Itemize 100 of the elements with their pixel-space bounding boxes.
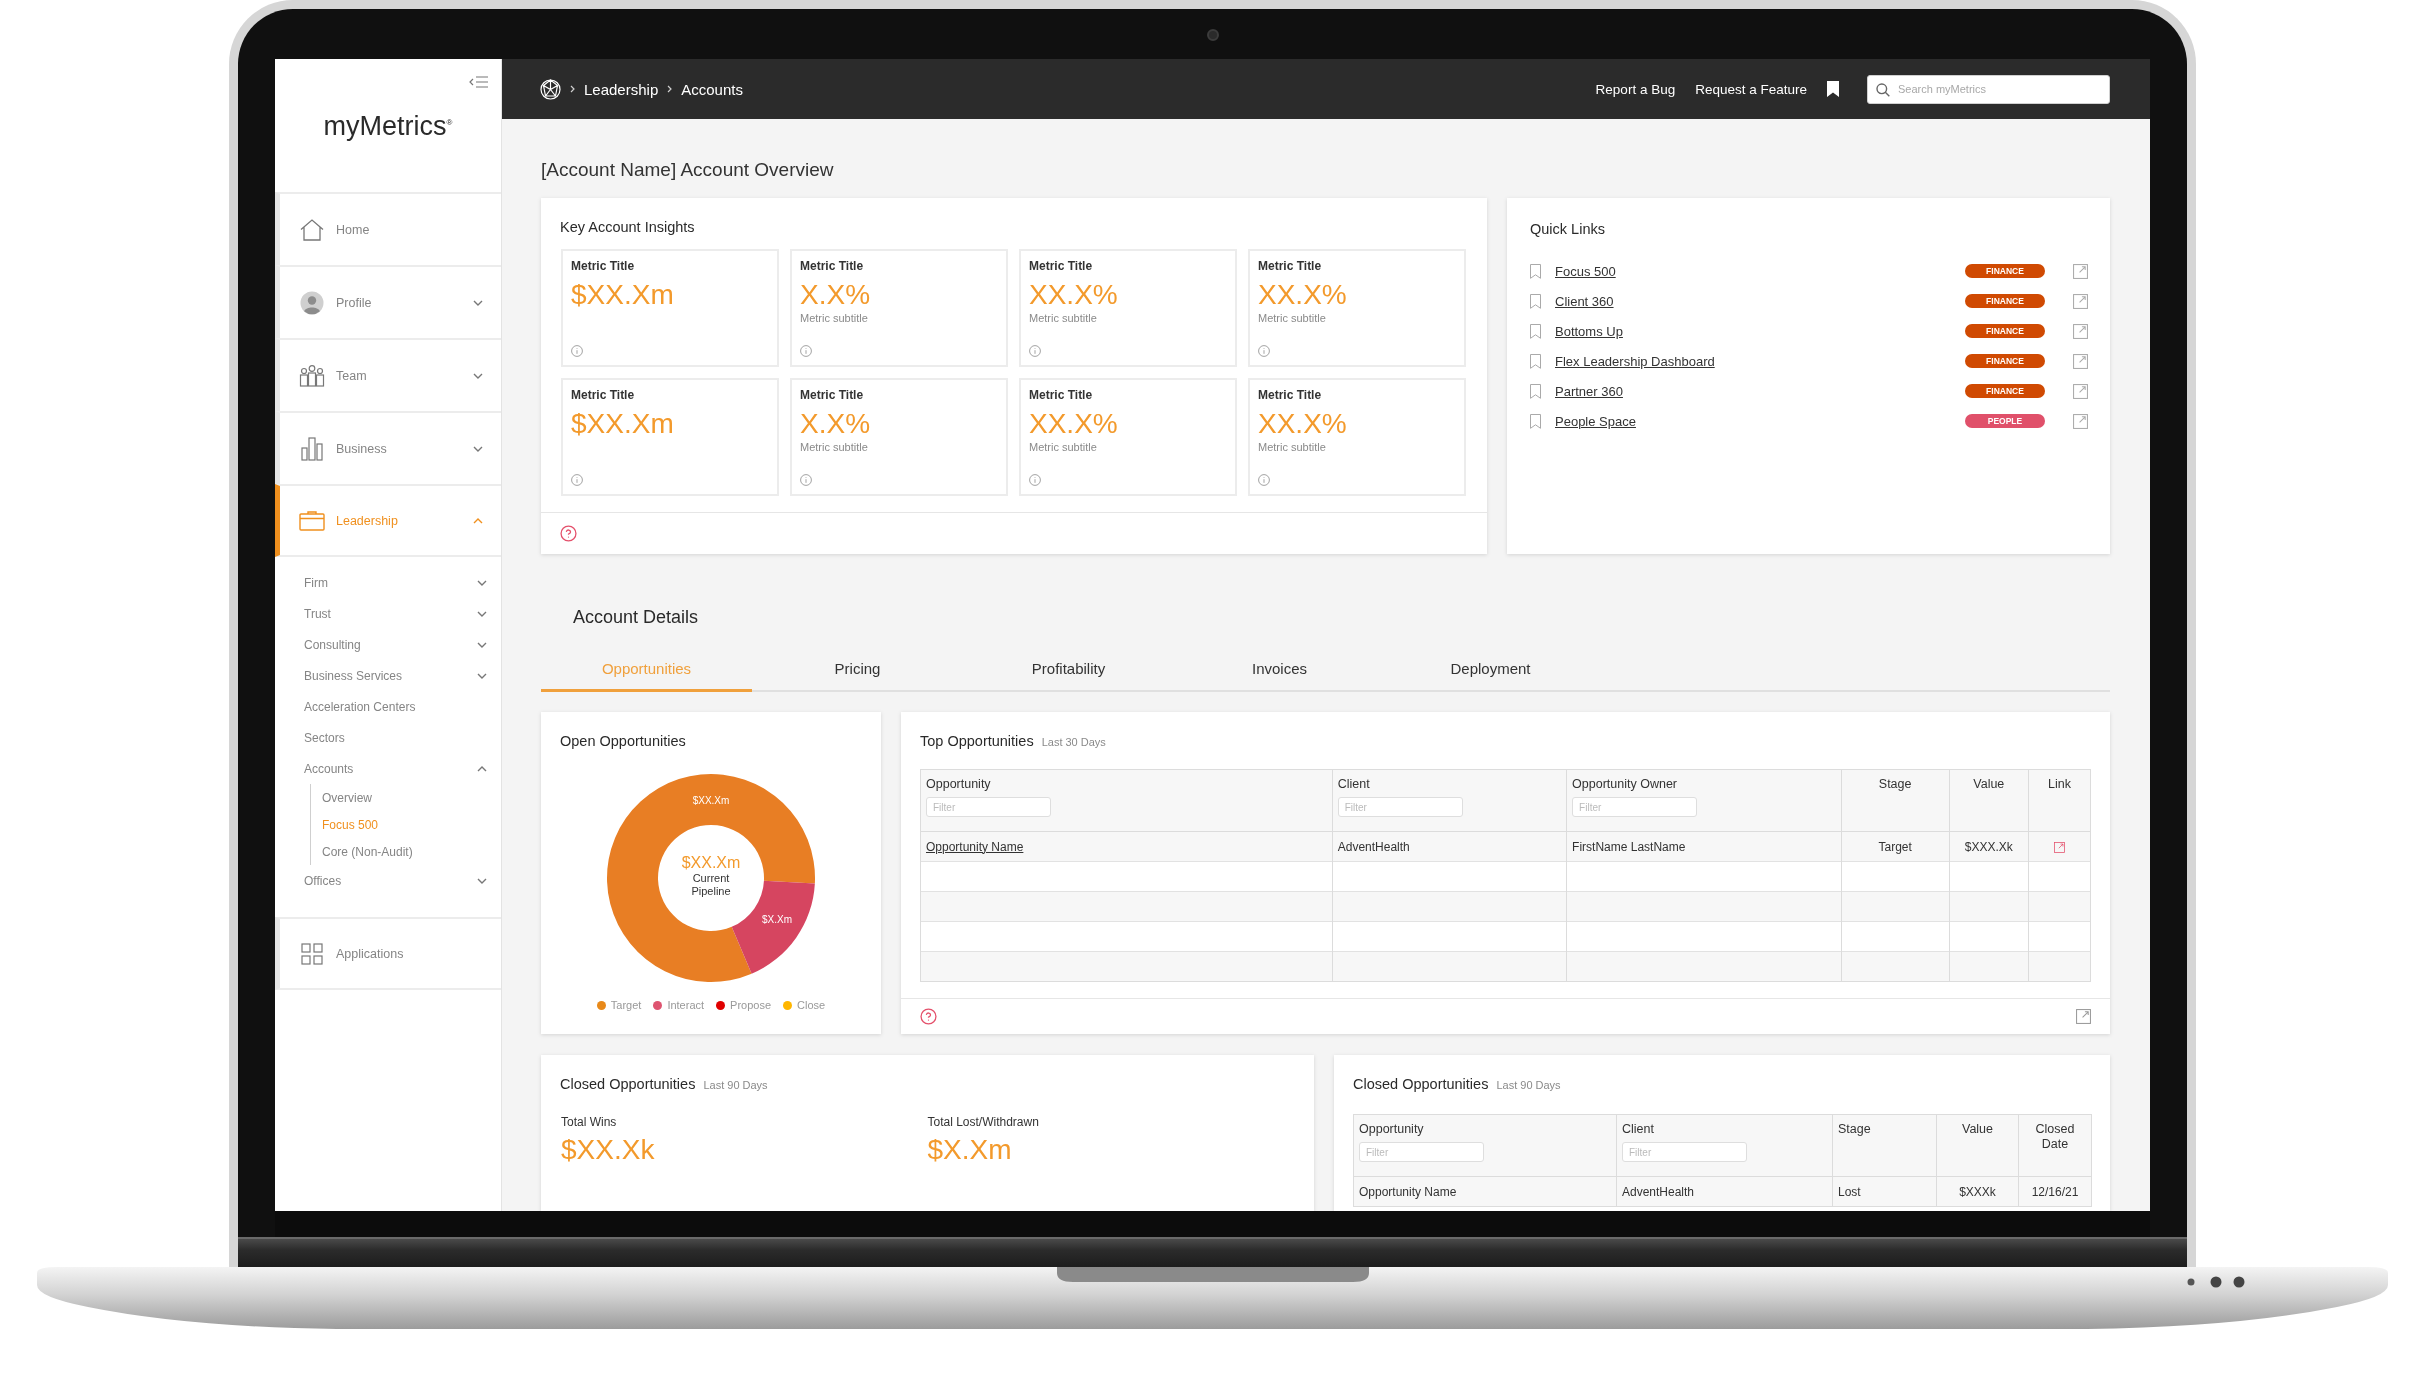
subnav-item[interactable]: Trust: [275, 598, 501, 629]
subnav-item[interactable]: Focus 500: [311, 811, 501, 838]
metric-subtitle: Metric subtitle: [1258, 311, 1327, 325]
subnav-item[interactable]: Consulting: [275, 629, 501, 660]
stat-label: Total Wins: [561, 1115, 618, 1130]
subnav-item[interactable]: Accounts: [275, 753, 501, 784]
external-link-icon[interactable]: [2073, 383, 2088, 399]
quick-link[interactable]: Focus 500: [1555, 263, 1616, 279]
column-label: Value: [1960, 1122, 1994, 1137]
category-tag: FINANCE: [1965, 324, 2045, 338]
breadcrumb-link[interactable]: Accounts: [681, 80, 743, 98]
info-icon[interactable]: [1258, 474, 1270, 486]
card-title: Quick Links: [1530, 220, 1605, 238]
app-logo: myMetrics$^{®}$: [322, 110, 454, 142]
slice-label: $X.Xm: [762, 914, 792, 925]
quick-link[interactable]: People Space: [1555, 413, 1636, 429]
subnav-item[interactable]: Business Services: [275, 660, 501, 691]
category-tag: FINANCE: [1965, 294, 2045, 308]
nav-item[interactable]: Home: [275, 192, 501, 265]
card-subtitle: Last 90 Days: [1496, 1079, 1561, 1091]
info-icon[interactable]: [1258, 345, 1270, 357]
quick-link[interactable]: Client 360: [1555, 293, 1614, 309]
column-label: Opportunity: [1359, 1122, 1425, 1137]
metric-value: XX.X%: [1258, 408, 1348, 440]
metric-title: Metric Title: [800, 259, 865, 274]
external-link-icon[interactable]: [2073, 353, 2088, 369]
subnav-item[interactable]: Offices: [275, 865, 501, 896]
breadcrumb-chevron-icon: [667, 85, 673, 93]
slice-label: $XX.Xm: [692, 795, 730, 806]
external-link-icon[interactable]: [2073, 293, 2088, 309]
subnav-item[interactable]: Sectors: [275, 722, 501, 753]
info-icon[interactable]: [800, 474, 812, 486]
help-icon[interactable]: [920, 1008, 937, 1025]
subnav-item[interactable]: Overview: [311, 784, 501, 811]
metric-subtitle: Metric subtitle: [1029, 311, 1098, 325]
filter-field[interactable]: Filter: [1572, 797, 1698, 817]
briefcase-icon: [299, 510, 325, 531]
card-title: Top Opportunities: [920, 732, 1034, 750]
header-link[interactable]: Report a Bug: [1595, 81, 1676, 97]
breadcrumb-link[interactable]: Leadership: [584, 80, 659, 98]
tab[interactable]: Pricing: [752, 655, 963, 692]
external-link-icon[interactable]: [2073, 413, 2088, 429]
search-field[interactable]: Search myMetrics: [1867, 74, 2110, 104]
metric-subtitle: Metric subtitle: [800, 440, 869, 454]
legend-label: Interact: [667, 998, 705, 1012]
nav-item[interactable]: Business: [275, 411, 501, 484]
metric-value: X.X%: [800, 408, 872, 440]
metric-value: XX.X%: [1029, 279, 1119, 311]
table-cell: $XXXk: [1936, 1176, 2019, 1207]
nav-item[interactable]: Leadership: [275, 484, 501, 557]
metric-subtitle: Metric subtitle: [1258, 440, 1327, 454]
category-tag: FINANCE: [1965, 384, 2045, 398]
nav-item[interactable]: Profile: [275, 265, 501, 338]
metric-value: XX.X%: [1258, 279, 1348, 311]
nav-item[interactable]: Applications: [275, 917, 501, 990]
nav-item[interactable]: Team: [275, 338, 501, 411]
collapse-menu-icon[interactable]: [469, 76, 489, 88]
bar-chart-icon: [301, 436, 323, 461]
external-link-icon[interactable]: [2073, 323, 2088, 339]
column-label: Opportunity Owner: [1572, 777, 1678, 792]
quick-link[interactable]: Flex Leadership Dashboard: [1555, 353, 1715, 369]
column-label: Stage: [1838, 1122, 1872, 1137]
info-icon[interactable]: [571, 474, 583, 486]
page-title: [Account Name] Account Overview: [541, 159, 835, 181]
bookmark-icon[interactable]: [1827, 81, 1839, 97]
table-cell: Lost: [1832, 1176, 1937, 1207]
metric-subtitle: Metric subtitle: [800, 311, 869, 325]
info-icon[interactable]: [571, 345, 583, 357]
subnav-item[interactable]: Firm: [275, 567, 501, 598]
info-icon[interactable]: [800, 345, 812, 357]
globe-logo-icon[interactable]: [540, 78, 561, 100]
external-link-icon[interactable]: [2076, 1009, 2091, 1024]
card-subtitle: Last 90 Days: [703, 1079, 768, 1091]
tab[interactable]: Opportunities: [541, 655, 752, 692]
info-icon[interactable]: [1029, 474, 1041, 486]
external-link-icon[interactable]: [2053, 841, 2065, 853]
donut-slice[interactable]: [731, 880, 815, 974]
external-link-icon[interactable]: [2073, 263, 2088, 279]
card-subtitle: Last 30 Days: [1041, 736, 1106, 748]
tab[interactable]: Deployment: [1385, 655, 1596, 692]
opportunity-link[interactable]: Opportunity Name: [926, 839, 1024, 854]
subnav-item[interactable]: Core (Non-Audit): [311, 838, 501, 865]
donut-slice[interactable]: [607, 774, 815, 982]
filter-field[interactable]: Filter: [1622, 1142, 1747, 1162]
filter-field[interactable]: Filter: [926, 797, 1051, 817]
filter-field[interactable]: Filter: [1359, 1142, 1484, 1162]
legend-label: Target: [610, 998, 642, 1012]
breadcrumb-chevron-icon: [570, 85, 575, 93]
info-icon[interactable]: [1029, 345, 1041, 357]
tab[interactable]: Profitability: [963, 655, 1174, 692]
header-link[interactable]: Request a Feature: [1695, 81, 1807, 97]
subnav-item[interactable]: Acceleration Centers: [275, 691, 501, 722]
quick-link[interactable]: Bottoms Up: [1555, 323, 1623, 339]
filter-field[interactable]: Filter: [1337, 797, 1463, 817]
tab[interactable]: Invoices: [1174, 655, 1385, 692]
quick-link[interactable]: Partner 360: [1555, 383, 1623, 399]
help-icon[interactable]: [560, 525, 577, 542]
metric-title: Metric Title: [800, 388, 865, 403]
metric-subtitle: Metric subtitle: [1029, 440, 1098, 454]
category-tag: FINANCE: [1965, 354, 2045, 368]
